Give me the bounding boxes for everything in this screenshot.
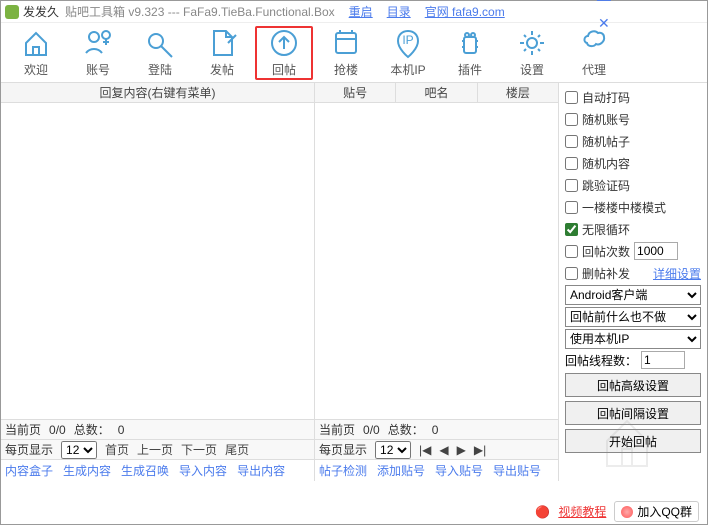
left-next-page[interactable]: 下一页 [181, 441, 217, 458]
detail-settings-link[interactable]: 详细设置 [653, 265, 701, 282]
proxy-icon [578, 27, 610, 59]
cb-loop[interactable]: 无限循环 [565, 219, 701, 239]
mid-col-bar: 吧名 [396, 83, 477, 102]
threads-spinner[interactable] [641, 351, 685, 369]
left-action-3[interactable]: 导入内容 [179, 462, 227, 479]
cb-randcontent[interactable]: 随机内容 [565, 153, 701, 173]
cb-floormode[interactable]: 一楼楼中楼模式 [565, 197, 701, 217]
cb-replycount[interactable]: 回帖次数 [565, 241, 630, 261]
toolbar-reply[interactable]: 回帖 [255, 26, 313, 80]
mid-perpage-select[interactable]: 12 [375, 441, 411, 459]
mid-last-page[interactable]: ▶| [474, 443, 486, 457]
mid-next-page[interactable]: ▶ [457, 443, 466, 457]
left-action-4[interactable]: 导出内容 [237, 462, 285, 479]
app-title: 发发久 [23, 3, 59, 20]
left-first-page[interactable]: 首页 [105, 441, 129, 458]
left-perpage-select[interactable]: 12 [61, 441, 97, 459]
account-icon [82, 27, 114, 59]
left-total-value: 0 [118, 423, 125, 437]
mid-total-value: 0 [432, 423, 439, 437]
svg-text:IP: IP [402, 33, 413, 47]
post-icon [206, 27, 238, 59]
cb-skipcode[interactable]: 跳验证码 [565, 175, 701, 195]
advanced-settings-button[interactable]: 回帖高级设置 [565, 373, 701, 397]
cb-randacct[interactable]: 随机账号 [565, 109, 701, 129]
left-last-page[interactable]: 尾页 [225, 441, 249, 458]
left-prev-page[interactable]: 上一页 [137, 441, 173, 458]
mid-total-label: 总数： [388, 421, 424, 438]
toolbar-account[interactable]: 账号 [69, 26, 127, 80]
mid-action-1[interactable]: 添加贴号 [377, 462, 425, 479]
reply-count-input[interactable] [634, 242, 678, 260]
toolbar-plugin[interactable]: 插件 [441, 26, 499, 80]
toolbar-ip[interactable]: IP本机IP [379, 26, 437, 80]
mid-curpage-label: 当前页 [319, 421, 355, 438]
catalog-link[interactable]: 目录 [387, 3, 411, 20]
plugin-icon [454, 27, 486, 59]
cb-randpost[interactable]: 随机帖子 [565, 131, 701, 151]
cb-autocode[interactable]: 自动打码 [565, 87, 701, 107]
prereply-select[interactable]: 回帖前什么也不做 [565, 307, 701, 327]
ip-icon: IP [392, 27, 424, 59]
settings-icon [516, 27, 548, 59]
login-icon [144, 27, 176, 59]
left-curpage-label: 当前页 [5, 421, 41, 438]
toolbar-proxy[interactable]: 代理 [565, 26, 623, 80]
grab-icon [330, 27, 362, 59]
mid-col-floor: 楼层 [478, 83, 558, 102]
start-reply-button[interactable]: 开始回帖 [565, 429, 701, 453]
official-site-link[interactable]: 官网 fafa9.com [425, 3, 505, 20]
toolbar-welcome[interactable]: 欢迎 [7, 26, 65, 80]
interval-settings-button[interactable]: 回帖间隔设置 [565, 401, 701, 425]
reply-icon [268, 27, 300, 59]
welcome-icon [20, 27, 52, 59]
app-subtitle: 贴吧工具箱 v9.323 --- FaFa9.TieBa.Functional.… [65, 3, 335, 20]
left-action-1[interactable]: 生成内容 [63, 462, 111, 479]
toolbar-grab[interactable]: 抢楼 [317, 26, 375, 80]
left-total-label: 总数： [74, 421, 110, 438]
client-select[interactable]: Android客户端 [565, 285, 701, 305]
mid-action-0[interactable]: 帖子检测 [319, 462, 367, 479]
minimize-icon[interactable]: — [597, 0, 611, 7]
qq-icon [621, 506, 633, 518]
left-action-0[interactable]: 内容盒子 [5, 462, 53, 479]
mid-prev-page[interactable]: ◀ [439, 443, 448, 457]
threads-label: 回帖线程数： [565, 352, 637, 369]
reply-content-list[interactable] [1, 103, 314, 419]
mid-action-2[interactable]: 导入贴号 [435, 462, 483, 479]
toolbar-post[interactable]: 发帖 [193, 26, 251, 80]
mid-col-tid: 贴号 [315, 83, 396, 102]
mid-perpage-label: 每页显示 [319, 441, 367, 458]
app-logo-icon [5, 5, 19, 19]
restart-link[interactable]: 重启 [349, 3, 373, 20]
ip-select[interactable]: 使用本机IP [565, 329, 701, 349]
left-perpage-label: 每页显示 [5, 441, 53, 458]
mid-curpage-value: 0/0 [363, 423, 380, 437]
video-tutorial-icon: 🔴 [535, 505, 550, 519]
join-qq-button[interactable]: 加入QQ群 [614, 501, 699, 522]
video-tutorial-link[interactable]: 视频教程 [558, 503, 606, 520]
post-list[interactable] [315, 103, 558, 419]
mid-action-3[interactable]: 导出贴号 [493, 462, 541, 479]
left-curpage-value: 0/0 [49, 423, 66, 437]
left-col-header: 回复内容(右键有菜单) [1, 83, 314, 102]
mid-first-page[interactable]: |◀ [419, 443, 431, 457]
cb-delrepost[interactable]: 删帖补发 [565, 263, 630, 283]
toolbar-settings[interactable]: 设置 [503, 26, 561, 80]
toolbar-login[interactable]: 登陆 [131, 26, 189, 80]
left-action-2[interactable]: 生成召唤 [121, 462, 169, 479]
